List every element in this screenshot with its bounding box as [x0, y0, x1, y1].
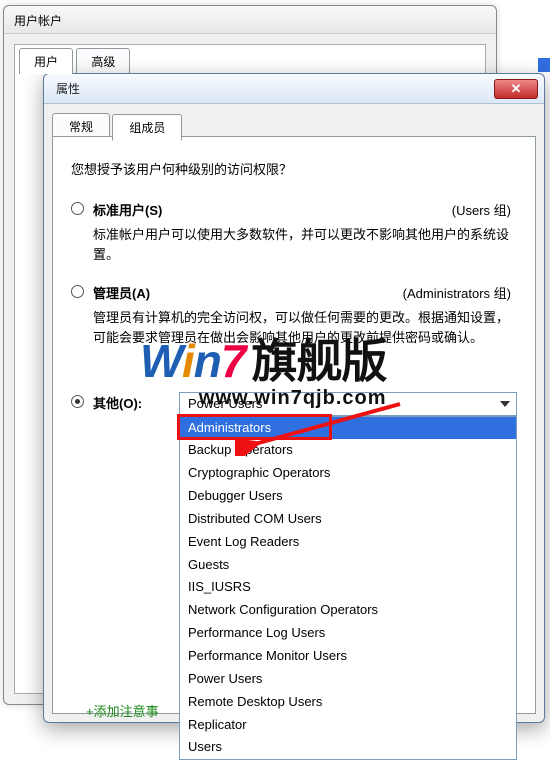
- option-administrator: 管理员(A) (Administrators 组) 管理员有计算机的完全访问权，…: [71, 283, 517, 348]
- dropdown-selected[interactable]: Power Users: [179, 392, 517, 416]
- dropdown-item-users[interactable]: Users: [180, 736, 516, 759]
- option-other-title: 其他(O):: [93, 393, 142, 412]
- dropdown-item-performance-monitor-users[interactable]: Performance Monitor Users: [180, 645, 516, 668]
- dropdown-item-debugger-users[interactable]: Debugger Users: [180, 485, 516, 508]
- back-tabstrip: 用户 高级: [15, 44, 485, 74]
- option-standard-desc: 标准帐户用户可以使用大多数软件，并可以更改不影响其他用户的系统设置。: [93, 225, 517, 265]
- dropdown-list: Administrators Backup Operators Cryptogr…: [179, 416, 517, 760]
- option-standard-user: 标准用户(S) (Users 组) 标准帐户用户可以使用大多数软件，并可以更改不…: [71, 200, 517, 265]
- option-admin-desc: 管理员有计算机的完全访问权，可以做任何需要的更改。根据通知设置，可能会要求管理员…: [93, 308, 517, 348]
- dropdown-item-backup-operators[interactable]: Backup Operators: [180, 439, 516, 462]
- back-window-titlebar: 用户帐户: [4, 6, 496, 34]
- option-admin-title: 管理员(A): [93, 283, 150, 302]
- close-button[interactable]: ✕: [494, 79, 538, 99]
- dropdown-item-administrators[interactable]: Administrators: [180, 417, 516, 440]
- dropdown-item-network-configuration-operators[interactable]: Network Configuration Operators: [180, 599, 516, 622]
- properties-body: 常规 组成员 您想授予该用户何种级别的访问权限？ 标准用户(S) (Users …: [52, 110, 536, 714]
- option-admin-group: (Administrators 组): [403, 283, 517, 302]
- add-note-link[interactable]: +添加注意事: [86, 701, 159, 720]
- dropdown-item-power-users[interactable]: Power Users: [180, 668, 516, 691]
- radio-administrator[interactable]: [71, 285, 84, 298]
- dropdown-item-event-log-readers[interactable]: Event Log Readers: [180, 531, 516, 554]
- dropdown-item-remote-desktop-users[interactable]: Remote Desktop Users: [180, 691, 516, 714]
- right-window-hint: [538, 58, 550, 72]
- dropdown-selected-text: Power Users: [188, 396, 262, 411]
- radio-other[interactable]: [71, 395, 84, 408]
- option-standard-group: (Users 组): [452, 200, 517, 219]
- properties-title: 属性: [56, 80, 80, 97]
- back-window-title: 用户帐户: [14, 14, 62, 28]
- dropdown-item-iis-iusrs[interactable]: IIS_IUSRS: [180, 576, 516, 599]
- close-icon: ✕: [511, 81, 522, 97]
- dropdown-item-performance-log-users[interactable]: Performance Log Users: [180, 622, 516, 645]
- properties-dialog: 属性 ✕ 常规 组成员 您想授予该用户何种级别的访问权限？ 标准用户(S) (U…: [43, 73, 545, 723]
- option-standard-title: 标准用户(S): [93, 200, 162, 219]
- properties-titlebar: 属性 ✕: [44, 74, 544, 104]
- tab-panel-member-of: 您想授予该用户何种级别的访问权限？ 标准用户(S) (Users 组) 标准帐户…: [52, 136, 536, 714]
- dropdown-item-cryptographic-operators[interactable]: Cryptographic Operators: [180, 462, 516, 485]
- dropdown-item-guests[interactable]: Guests: [180, 554, 516, 577]
- inner-tabstrip: 常规 组成员: [52, 110, 536, 136]
- tab-advanced[interactable]: 高级: [76, 48, 130, 74]
- other-group-dropdown: Power Users Administrators Backup Operat…: [179, 392, 517, 416]
- access-level-question: 您想授予该用户何种级别的访问权限？: [71, 159, 517, 178]
- dropdown-item-distributed-com-users[interactable]: Distributed COM Users: [180, 508, 516, 531]
- radio-standard-user[interactable]: [71, 202, 84, 215]
- tab-users[interactable]: 用户: [19, 48, 73, 74]
- dropdown-item-replicator[interactable]: Replicator: [180, 714, 516, 737]
- tab-member-of[interactable]: 组成员: [112, 114, 182, 141]
